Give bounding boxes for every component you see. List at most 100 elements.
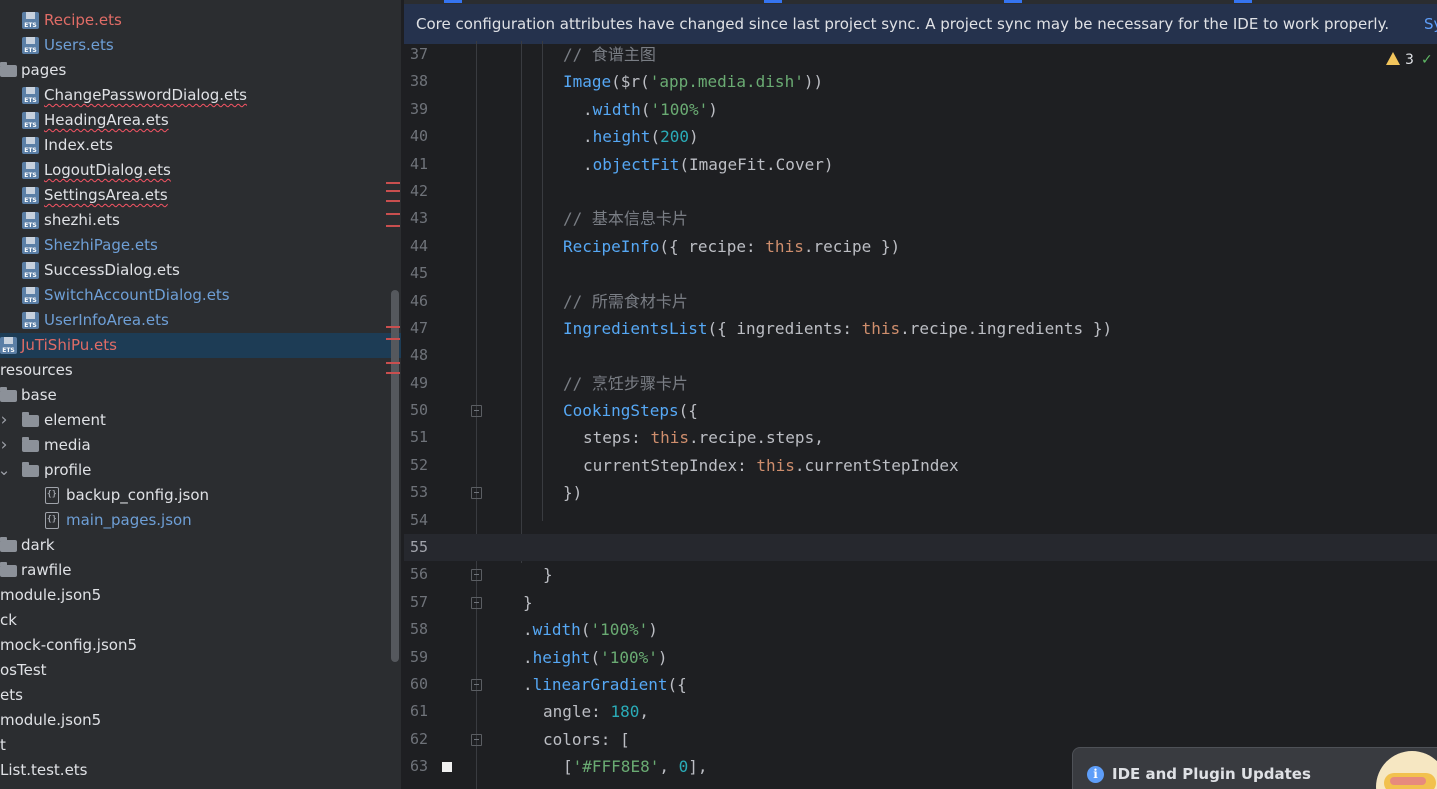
line-number[interactable]: 37: [404, 41, 428, 68]
line-number[interactable]: 43: [404, 205, 428, 232]
code-line[interactable]: 60 .linearGradient({: [404, 671, 1437, 698]
tree-item[interactable]: Index.ets: [0, 133, 401, 158]
line-number[interactable]: 54: [404, 507, 428, 534]
code-line[interactable]: 41 .objectFit(ImageFit.Cover): [404, 151, 1437, 178]
code-line[interactable]: 51 steps: this.recipe.steps,: [404, 424, 1437, 451]
tree-item[interactable]: osTest: [0, 658, 401, 683]
code-line[interactable]: 39 .width('100%'): [404, 96, 1437, 123]
line-number[interactable]: 52: [404, 452, 428, 479]
project-tree-scrollbar[interactable]: [391, 290, 399, 662]
line-number[interactable]: 48: [404, 342, 428, 369]
code-area[interactable]: 37 // 食谱主图 38 Image($r('app.media.dish')) 39…: [404, 41, 1437, 781]
tree-item[interactable]: SwitchAccountDialog.ets: [0, 283, 401, 308]
line-number[interactable]: 51: [404, 424, 428, 451]
fold-toggle-icon[interactable]: [471, 569, 482, 582]
tree-item[interactable]: module.json5: [0, 583, 401, 608]
line-number[interactable]: 44: [404, 233, 428, 260]
code-line[interactable]: 38 Image($r('app.media.dish')): [404, 68, 1437, 95]
line-number[interactable]: 42: [404, 178, 428, 205]
fold-toggle-icon[interactable]: [471, 733, 482, 746]
code-line[interactable]: 37 // 食谱主图: [404, 41, 1437, 68]
line-number[interactable]: 45: [404, 260, 428, 287]
tree-item[interactable]: resources: [0, 358, 401, 383]
code-line[interactable]: 44 RecipeInfo({ recipe: this.recipe }): [404, 233, 1437, 260]
line-number[interactable]: 56: [404, 561, 428, 588]
code-line[interactable]: 46 // 所需食材卡片: [404, 288, 1437, 315]
tree-item[interactable]: ShezhiPage.ets: [0, 233, 401, 258]
code-line[interactable]: 54: [404, 507, 1437, 534]
line-number[interactable]: 47: [404, 315, 428, 342]
line-number[interactable]: 58: [404, 616, 428, 643]
tree-item[interactable]: › media: [0, 433, 401, 458]
line-number[interactable]: 38: [404, 68, 428, 95]
tree-item[interactable]: t: [0, 733, 401, 758]
tree-item[interactable]: LogoutDialog.ets: [0, 158, 401, 183]
line-number[interactable]: 50: [404, 397, 428, 424]
line-number[interactable]: 55: [404, 534, 428, 561]
ide-plugin-updates-notification[interactable]: i IDE and Plugin Updates: [1072, 747, 1437, 789]
fold-toggle-icon[interactable]: [471, 405, 482, 418]
tree-item[interactable]: ⌄ profile: [0, 458, 401, 483]
code-line[interactable]: 43 // 基本信息卡片: [404, 205, 1437, 232]
tree-item[interactable]: UserInfoArea.ets: [0, 308, 401, 333]
tree-item[interactable]: shezhi.ets: [0, 208, 401, 233]
tree-item[interactable]: ets: [0, 683, 401, 708]
fold-toggle-icon[interactable]: [471, 678, 482, 691]
code-token: ({ ingredients:: [707, 318, 862, 338]
tree-item[interactable]: dark: [0, 533, 401, 558]
line-number[interactable]: 59: [404, 644, 428, 671]
line-number[interactable]: 63: [404, 753, 428, 780]
code-line[interactable]: 61 angle: 180,: [404, 698, 1437, 725]
line-number[interactable]: 62: [404, 726, 428, 753]
line-number[interactable]: 60: [404, 671, 428, 698]
tree-item[interactable]: List.test.ets: [0, 758, 401, 783]
chevron-right-icon[interactable]: ›: [0, 408, 11, 433]
tree-item[interactable]: mock-config.json5: [0, 633, 401, 658]
code-line[interactable]: 45: [404, 260, 1437, 287]
tree-item[interactable]: main_pages.json: [0, 508, 401, 533]
fold-toggle-icon[interactable]: [471, 487, 482, 500]
chevron-down-icon[interactable]: ⌄: [0, 458, 11, 483]
tree-item[interactable]: HeadingArea.ets: [0, 108, 401, 133]
tree-item[interactable]: SuccessDialog.ets: [0, 258, 401, 283]
tree-item[interactable]: pages: [0, 58, 401, 83]
tree-item[interactable]: ck: [0, 608, 401, 633]
line-number[interactable]: 57: [404, 589, 428, 616]
sync-now-link[interactable]: Sy: [1424, 4, 1437, 44]
code-line[interactable]: 56}: [404, 561, 1437, 588]
notification-title[interactable]: IDE and Plugin Updates: [1112, 762, 1311, 786]
code-line[interactable]: 57}: [404, 589, 1437, 616]
code-line[interactable]: 50 CookingSteps({: [404, 397, 1437, 424]
tree-item[interactable]: Users.ets: [0, 33, 401, 58]
tree-item[interactable]: Recipe.ets: [0, 8, 401, 33]
line-number[interactable]: 61: [404, 698, 428, 725]
line-number[interactable]: 40: [404, 123, 428, 150]
code-line[interactable]: 53}): [404, 479, 1437, 506]
code-line[interactable]: 59 .height('100%'): [404, 644, 1437, 671]
bookmark-icon[interactable]: [442, 762, 452, 773]
line-number[interactable]: 49: [404, 370, 428, 397]
chevron-right-icon[interactable]: ›: [0, 433, 11, 458]
code-editor[interactable]: Core configuration attributes have chang…: [404, 0, 1437, 789]
code-line[interactable]: 48: [404, 342, 1437, 369]
code-line[interactable]: 58 .width('100%'): [404, 616, 1437, 643]
line-number[interactable]: 41: [404, 151, 428, 178]
code-line[interactable]: 47 IngredientsList({ ingredients: this.re…: [404, 315, 1437, 342]
tree-item[interactable]: rawfile: [0, 558, 401, 583]
code-line[interactable]: 49 // 烹饪步骤卡片: [404, 370, 1437, 397]
line-number[interactable]: 53: [404, 479, 428, 506]
tree-item[interactable]: backup_config.json: [0, 483, 401, 508]
code-line[interactable]: 42: [404, 178, 1437, 205]
tree-item[interactable]: module.json5: [0, 708, 401, 733]
tree-item[interactable]: JuTiShiPu.ets: [0, 333, 401, 358]
line-number[interactable]: 46: [404, 288, 428, 315]
code-line[interactable]: 40 .height(200): [404, 123, 1437, 150]
tree-item[interactable]: › element: [0, 408, 401, 433]
code-line[interactable]: 55: [404, 534, 1437, 562]
tree-item[interactable]: ChangePasswordDialog.ets: [0, 83, 401, 108]
tree-item[interactable]: SettingsArea.ets: [0, 183, 401, 208]
tree-item[interactable]: base: [0, 383, 401, 408]
line-number[interactable]: 39: [404, 96, 428, 123]
fold-toggle-icon[interactable]: [471, 596, 482, 609]
code-line[interactable]: 52 currentStepIndex: this.currentStepInde…: [404, 452, 1437, 479]
